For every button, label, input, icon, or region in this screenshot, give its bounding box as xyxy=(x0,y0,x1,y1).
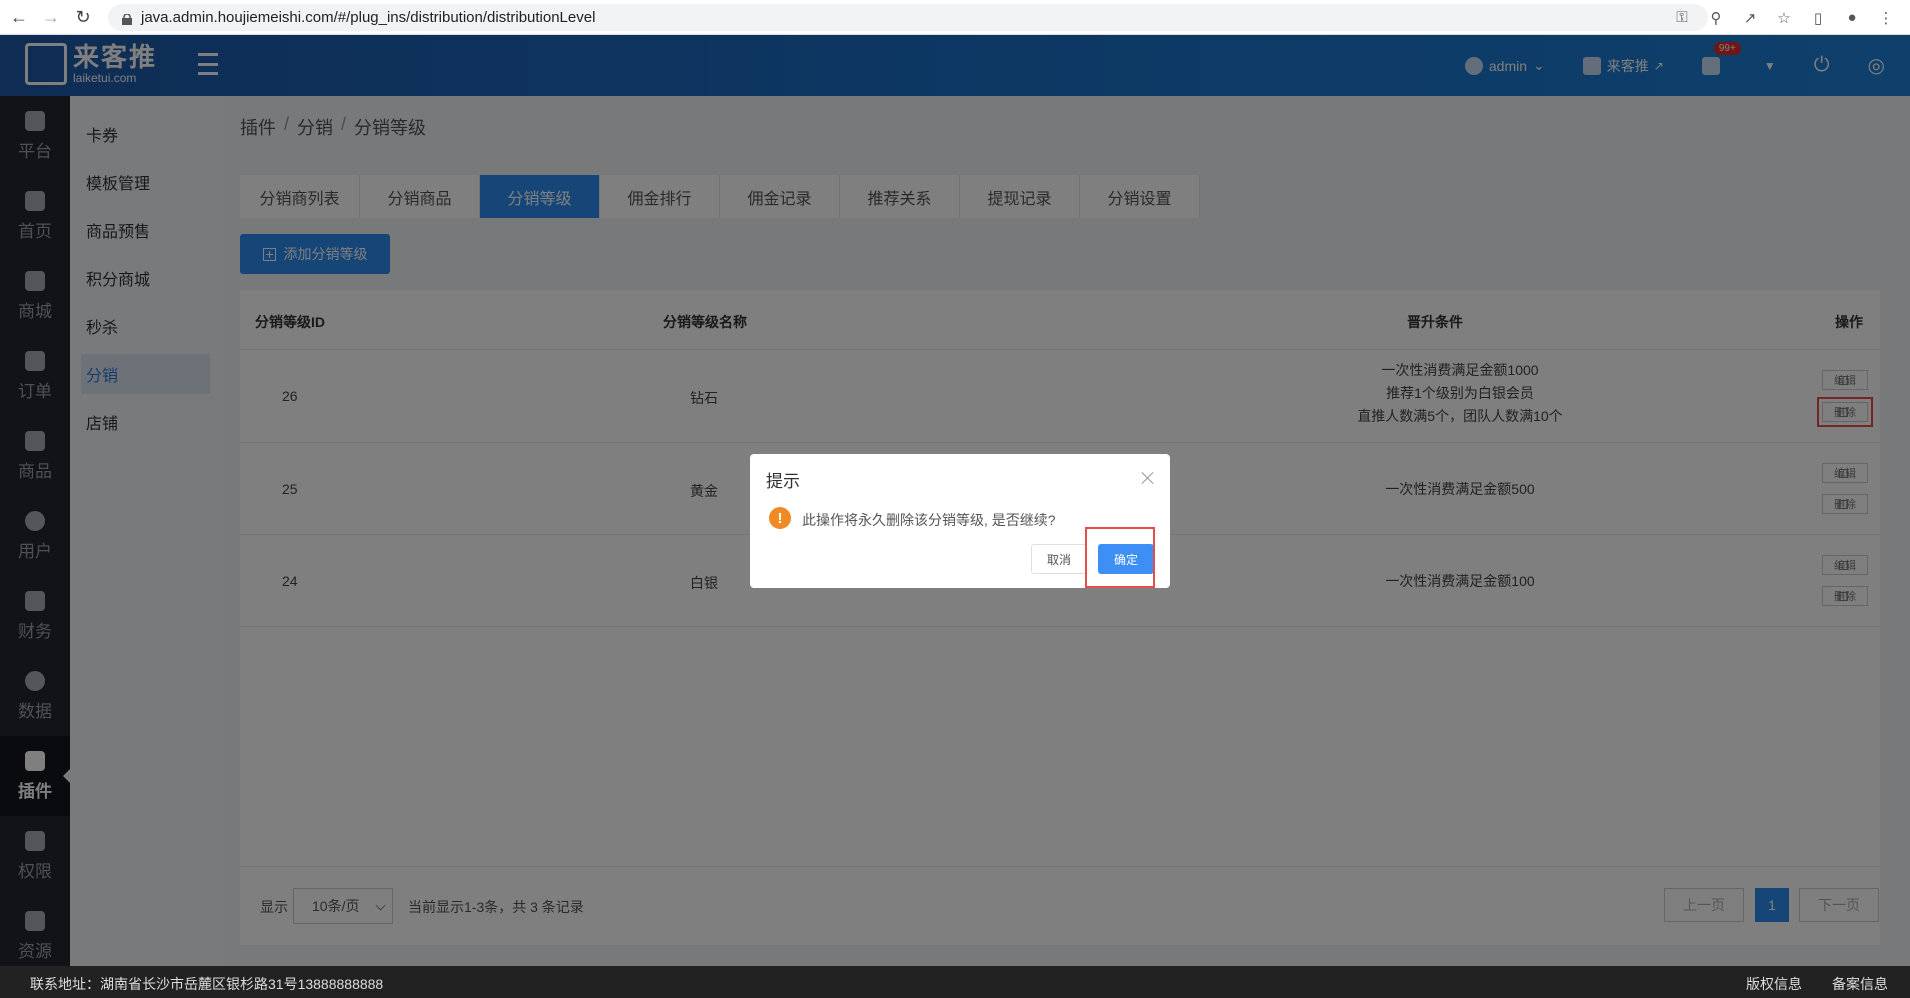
cancel-button[interactable]: 取消 xyxy=(1031,544,1087,574)
zoom-icon[interactable]: ⚲ xyxy=(1706,8,1726,28)
address-bar[interactable]: java.admin.houjiemeishi.com/#/plug_ins/d… xyxy=(108,4,1708,31)
more-icon[interactable]: ⋮ xyxy=(1876,8,1896,28)
footer: 联系地址：湖南省长沙市岳麓区银杉路31号13888888888 版权信息 备案信… xyxy=(0,966,1910,998)
lock-icon xyxy=(122,12,132,25)
dialog-message: 此操作将永久删除该分销等级, 是否继续? xyxy=(802,512,1056,528)
url-text: java.admin.houjiemeishi.com/#/plug_ins/d… xyxy=(141,9,596,26)
forward-icon[interactable]: → xyxy=(38,4,64,30)
reload-icon[interactable]: ↻ xyxy=(70,4,96,30)
close-icon[interactable] xyxy=(1142,472,1154,484)
warning-icon: ! xyxy=(769,507,791,529)
back-icon[interactable]: ← xyxy=(6,4,32,30)
key-icon[interactable]: ⚿ xyxy=(1672,8,1692,28)
browser-toolbar: ← → ↻ java.admin.houjiemeishi.com/#/plug… xyxy=(0,0,1910,35)
profile-icon[interactable]: ● xyxy=(1842,8,1862,28)
copyright-link[interactable]: 版权信息 xyxy=(1746,974,1802,994)
browser-actions: ⚿ ⚲ ↗ ☆ ▯ ● ⋮ xyxy=(1672,0,1910,35)
footer-address: 联系地址：湖南省长沙市岳麓区银杉路31号13888888888 xyxy=(30,976,384,992)
share-icon[interactable]: ↗ xyxy=(1740,8,1760,28)
confirm-highlight-box xyxy=(1085,527,1155,588)
sidebar-icon[interactable]: ▯ xyxy=(1808,8,1828,28)
icp-link[interactable]: 备案信息 xyxy=(1832,974,1888,994)
star-icon[interactable]: ☆ xyxy=(1774,8,1794,28)
dialog-title: 提示 xyxy=(766,472,800,491)
